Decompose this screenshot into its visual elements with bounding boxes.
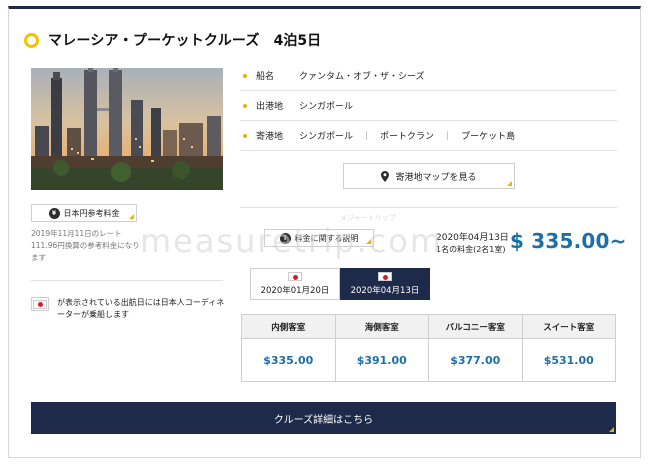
bullet-dot (243, 103, 247, 108)
bullet-dot (243, 133, 247, 138)
ports-label: 寄港地 (256, 132, 284, 142)
cabin-name: 内側客室 (242, 315, 335, 339)
cruise-detail-label: クルーズ詳細はこちら (273, 414, 374, 426)
price-amount: $ 335.00~ (510, 229, 627, 253)
price-date: 2020年04月13日 (436, 233, 509, 243)
bullet-dot (243, 73, 247, 78)
divider (31, 280, 223, 281)
cabin-column-suite: スイート客室 $531.00 (522, 315, 615, 381)
tab-departure-2020-01-20[interactable]: 2020年01月20日 (250, 268, 340, 300)
cabin-price: $531.00 (543, 353, 594, 367)
port-name: シンガポール (299, 132, 354, 142)
port-name: プーケット島 (461, 132, 516, 142)
jp-reference-note: 2019年11月11日のレート111.96円換算の参考料金になります (31, 229, 140, 262)
cabin-column-inside: 内側客室 $335.00 (242, 315, 336, 381)
corner-accent (609, 427, 614, 432)
jp-reference-label: 日本円参考料金 (63, 208, 120, 218)
info-row-departure: 出港地 シンガポール (240, 91, 617, 121)
map-pin-icon (381, 170, 390, 182)
info-row-ship: 船名 クァンタム・オブ・ザ・シーズ (240, 61, 617, 91)
cabin-name: バルコニー客室 (429, 315, 522, 339)
divider (240, 207, 617, 208)
japan-flag-icon (288, 272, 302, 281)
tab-label: 2020年04月13日 (350, 286, 420, 296)
port-map-label: 寄港地マップを見る (395, 172, 477, 183)
cabin-column-oceanview: 海側客室 $391.00 (335, 315, 429, 381)
departure-date-tabs: 2020年01月20日 2020年04月13日 (250, 268, 430, 300)
cabin-price-table: 内側客室 $335.00 海側客室 $391.00 バルコニー客室 $377.0… (241, 314, 616, 382)
corner-accent (507, 181, 512, 186)
cabin-name: 海側客室 (335, 315, 428, 339)
cruise-title: マレーシア・プーケットクルーズ (48, 33, 260, 49)
tab-label: 2020年01月20日 (260, 286, 330, 296)
port-name: ポートクラン (380, 132, 435, 142)
ship-label: 船名 (256, 72, 275, 82)
departure-value: シンガポール (299, 102, 354, 112)
price-per-person: 1名の料金(2名1室) (436, 245, 506, 254)
kuala-lumpur-skyline-image (31, 68, 223, 190)
fare-info-button[interactable]: i 料金に関する説明 (264, 229, 374, 247)
ship-value: クァンタム・オブ・ザ・シーズ (299, 72, 425, 82)
corner-accent (129, 214, 134, 219)
japan-flag-icon (33, 299, 47, 309)
coordinator-note-text: が表示されている出航日には日本人コーディネーターが乗船します (57, 298, 225, 319)
cruise-nights: 4泊5日 (273, 33, 322, 49)
port-separator: ｜ (362, 132, 372, 142)
coordinator-note: が表示されている出航日には日本人コーディネーターが乗船します (31, 297, 231, 321)
tab-departure-2020-04-13[interactable]: 2020年04月13日 (340, 268, 430, 300)
japan-flag-icon (378, 272, 392, 281)
destination-photo (31, 68, 223, 190)
cabin-price: $377.00 (450, 353, 501, 367)
fare-info-label: 料金に関する説明 (294, 233, 359, 243)
ring-icon (24, 32, 39, 48)
cruise-detail-button[interactable]: クルーズ詳細はこちら (31, 402, 616, 434)
corner-accent (366, 239, 371, 244)
info-circle-icon: ¥ (48, 207, 60, 219)
departure-label: 出港地 (256, 102, 284, 112)
port-separator: ｜ (443, 132, 453, 142)
info-row-ports: 寄港地 シンガポール ｜ ポートクラン ｜ プーケット島 (240, 121, 617, 151)
flag-box (31, 297, 49, 311)
ports-value: シンガポール ｜ ポートクラン ｜ プーケット島 (299, 129, 515, 142)
cabin-price: $335.00 (263, 353, 314, 367)
cruise-title-row: マレーシア・プーケットクルーズ 4泊5日 (24, 30, 321, 50)
cabin-column-balcony: バルコニー客室 $377.00 (429, 315, 523, 381)
port-map-button[interactable]: 寄港地マップを見る (343, 163, 515, 189)
jp-reference-badge: ¥ 日本円参考料金 (31, 204, 137, 222)
cabin-price: $391.00 (356, 353, 407, 367)
info-circle-icon: i (279, 232, 291, 244)
cabin-name: スイート客室 (522, 315, 615, 339)
